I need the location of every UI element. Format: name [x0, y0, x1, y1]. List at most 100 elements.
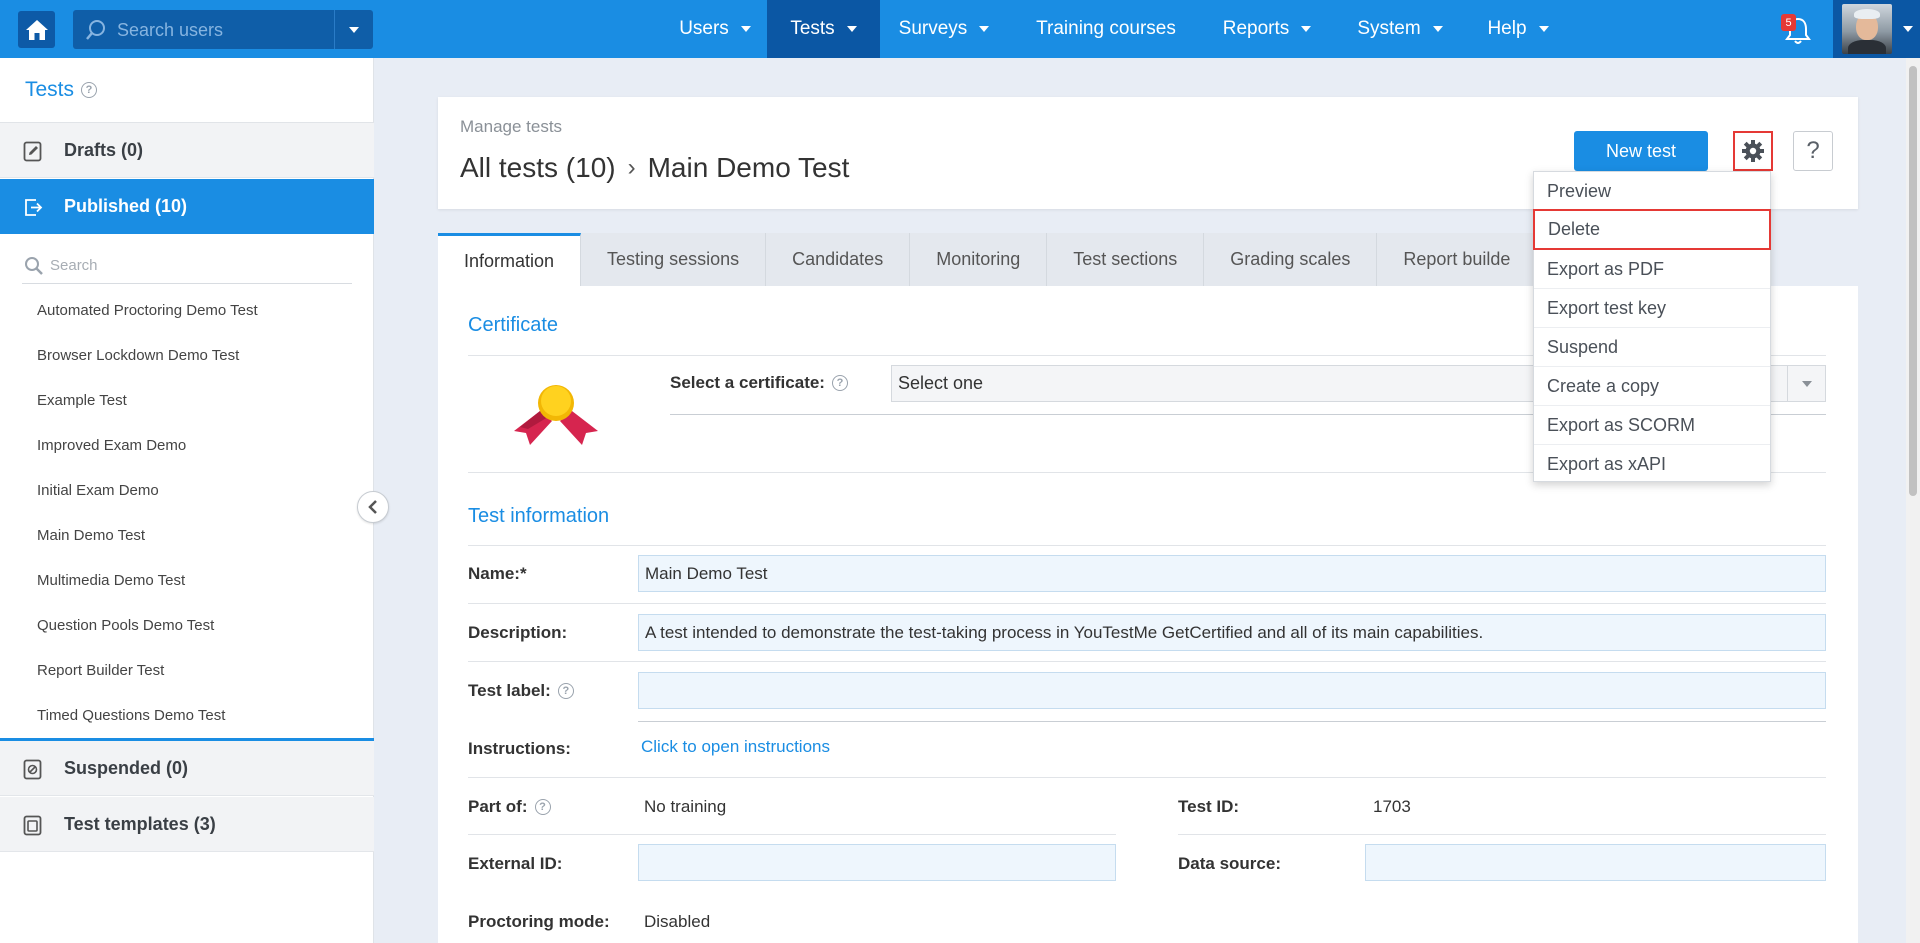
test-list: Automated Proctoring Demo Test Browser L… — [0, 288, 374, 738]
template-icon — [23, 815, 42, 836]
suspend-icon — [23, 759, 42, 780]
help-button[interactable]: ? — [1793, 131, 1833, 171]
select-certificate-label: Select a certificate: ? — [670, 373, 848, 393]
settings-dropdown-menu: Preview Delete Export as PDF Export test… — [1533, 171, 1771, 482]
name-label: Name:* — [468, 564, 527, 583]
collapse-sidebar-button[interactable] — [357, 491, 389, 523]
list-item[interactable]: Initial Exam Demo — [0, 468, 374, 513]
menu-item-export-xapi[interactable]: Export as xAPI — [1534, 445, 1770, 484]
tab-candidates[interactable]: Candidates — [766, 233, 911, 286]
chevron-down-icon — [1801, 380, 1812, 387]
nav-reports-label: Reports — [1222, 18, 1290, 39]
tab-bar: Information Testing sessions Candidates … — [438, 233, 1538, 286]
menu-item-preview[interactable]: Preview — [1534, 172, 1770, 211]
sidebar-search — [22, 247, 352, 284]
breadcrumb-all-tests[interactable]: All tests (10) — [460, 152, 616, 184]
certificate-medal-icon — [514, 385, 598, 445]
list-item[interactable]: Report Builder Test — [0, 648, 374, 693]
nav-tests[interactable]: Tests — [767, 0, 880, 58]
menu-item-delete[interactable]: Delete — [1533, 209, 1771, 250]
proctoring-mode-label: Proctoring mode: — [468, 912, 610, 931]
menu-item-export-pdf[interactable]: Export as PDF — [1534, 250, 1770, 289]
list-item[interactable]: Question Pools Demo Test — [0, 603, 374, 648]
external-id-label: External ID: — [468, 854, 563, 873]
chevron-left-icon — [368, 500, 377, 514]
list-item[interactable]: Timed Questions Demo Test — [0, 693, 374, 738]
chevron-down-icon — [1903, 26, 1913, 32]
menu-item-create-copy[interactable]: Create a copy — [1534, 367, 1770, 406]
data-source-label: Data source: — [1178, 854, 1281, 873]
sidebar-item-suspended[interactable]: Suspended (0) — [0, 741, 374, 796]
sidebar-search-input[interactable] — [50, 252, 340, 278]
certificate-select-value: Select one — [898, 373, 984, 393]
list-item[interactable]: Browser Lockdown Demo Test — [0, 333, 374, 378]
list-item[interactable]: Example Test — [0, 378, 374, 423]
description-field[interactable]: A test intended to demonstrate the test-… — [638, 614, 1826, 651]
menu-item-suspend[interactable]: Suspend — [1534, 328, 1770, 367]
tab-grading-scales[interactable]: Grading scales — [1204, 233, 1378, 286]
divider — [468, 661, 1826, 662]
tab-information[interactable]: Information — [438, 233, 582, 286]
tab-report-builder[interactable]: Report builde — [1377, 233, 1538, 286]
proctoring-mode-value: Disabled — [644, 912, 711, 931]
tab-testing-sessions[interactable]: Testing sessions — [581, 233, 767, 286]
home-button[interactable] — [18, 11, 55, 48]
list-item[interactable]: Multimedia Demo Test — [0, 558, 374, 603]
instructions-label: Instructions: — [468, 739, 571, 758]
divider — [468, 545, 1826, 546]
tab-monitoring[interactable]: Monitoring — [910, 233, 1048, 286]
list-item[interactable]: Main Demo Test — [0, 513, 374, 558]
settings-button[interactable] — [1733, 131, 1773, 171]
tab-test-sections[interactable]: Test sections — [1047, 233, 1205, 286]
sidebar-item-published[interactable]: Published (10) — [0, 179, 374, 234]
help-circle-icon[interactable]: ? — [534, 799, 551, 815]
page-scrollbar[interactable] — [1906, 58, 1920, 943]
certificate-select-dropdown[interactable] — [1787, 366, 1825, 401]
nav-training-courses[interactable]: Training courses — [1018, 0, 1194, 58]
nav-help[interactable]: Help — [1478, 0, 1558, 58]
help-circle-icon[interactable]: ? — [557, 683, 574, 699]
nav-users[interactable]: Users — [659, 0, 771, 58]
menu-item-export-scorm[interactable]: Export as SCORM — [1534, 406, 1770, 445]
part-of-value: No training — [644, 797, 727, 816]
sidebar-item-test-templates[interactable]: Test templates (3) — [0, 797, 374, 852]
test-information-section-title: Test information — [468, 505, 610, 527]
help-circle-icon[interactable]: ? — [81, 82, 98, 98]
search-icon — [86, 20, 105, 40]
nav-users-label: Users — [679, 18, 729, 39]
nav-surveys[interactable]: Surveys — [880, 0, 1008, 58]
help-circle-icon[interactable]: ? — [831, 375, 848, 391]
sidebar: Tests ? Drafts (0) Published (10) Automa… — [0, 58, 374, 943]
nav-reports[interactable]: Reports — [1210, 0, 1324, 58]
user-menu[interactable] — [1833, 0, 1920, 58]
page-title: Main Demo Test — [647, 152, 850, 183]
chevron-down-icon — [740, 26, 751, 32]
divider — [468, 777, 1826, 778]
notifications-button[interactable]: 5 — [1781, 14, 1813, 46]
search-options-dropdown[interactable] — [334, 10, 373, 49]
new-test-button[interactable]: New test — [1574, 131, 1708, 171]
data-source-field[interactable] — [1365, 844, 1826, 881]
external-id-field[interactable] — [638, 844, 1116, 881]
chevron-down-icon — [1538, 26, 1549, 32]
chevron-down-icon — [846, 26, 857, 32]
test-label-label: Test label: ? — [468, 681, 574, 701]
chevron-down-icon — [1432, 26, 1443, 32]
part-of-label-text: Part of: — [468, 797, 528, 816]
nav-system[interactable]: System — [1348, 0, 1452, 58]
user-search — [73, 10, 397, 49]
test-label-field[interactable] — [638, 672, 1826, 709]
test-id-label: Test ID: — [1178, 797, 1240, 816]
list-item[interactable]: Improved Exam Demo — [0, 423, 374, 468]
menu-item-export-test-key[interactable]: Export test key — [1534, 289, 1770, 328]
open-instructions-link[interactable]: Click to open instructions — [641, 737, 830, 757]
nav-training-courses-label: Training courses — [1036, 18, 1176, 39]
list-item[interactable]: Automated Proctoring Demo Test — [0, 288, 374, 333]
search-icon — [25, 257, 43, 275]
sidebar-item-drafts[interactable]: Drafts (0) — [0, 123, 374, 178]
pencil-square-icon — [23, 141, 42, 162]
name-field[interactable]: Main Demo Test — [638, 555, 1826, 592]
test-label-label-text: Test label: — [468, 681, 551, 700]
scrollbar-thumb[interactable] — [1909, 66, 1917, 496]
sidebar-title: Tests ? — [25, 78, 98, 102]
